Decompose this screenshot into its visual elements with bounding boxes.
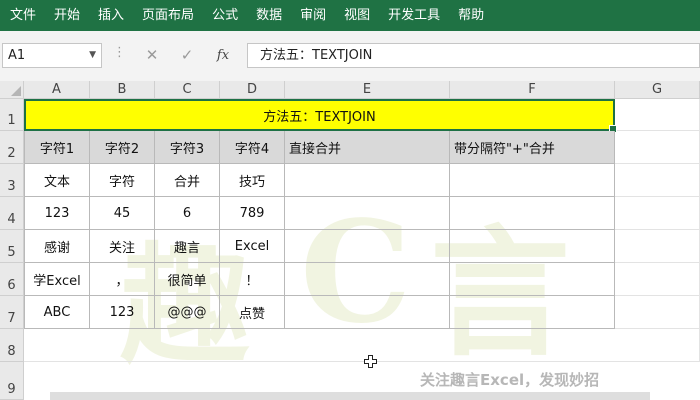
column-header-c[interactable]: C <box>155 81 220 99</box>
name-box[interactable]: A1 ▼ <box>2 43 102 68</box>
cell[interactable] <box>615 296 700 329</box>
menu-formulas[interactable]: 公式 <box>203 0 247 31</box>
table-cell[interactable] <box>450 296 615 329</box>
menu-page-layout[interactable]: 页面布局 <box>133 0 203 31</box>
menu-view[interactable]: 视图 <box>335 0 379 31</box>
worksheet-grid[interactable]: 趣 C 言 A B C D E F G 1 2 3 4 5 6 7 8 9 方法… <box>0 81 700 400</box>
table-cell[interactable]: ， <box>90 263 155 296</box>
row-header-7[interactable]: 7 <box>0 296 24 329</box>
column-header-b[interactable]: B <box>90 81 155 99</box>
row-header-8[interactable]: 8 <box>0 329 24 362</box>
table-cell[interactable]: 关注 <box>90 230 155 263</box>
title-cell[interactable]: 方法五：TEXTJOIN <box>24 99 617 133</box>
header-cell[interactable]: 字符4 <box>220 131 285 164</box>
table-cell[interactable]: 123 <box>24 197 90 230</box>
table-cell[interactable]: 6 <box>155 197 220 230</box>
cell[interactable] <box>615 263 700 296</box>
row-header-1[interactable]: 1 <box>0 99 24 131</box>
table-cell[interactable] <box>285 230 450 263</box>
table-cell[interactable] <box>450 197 615 230</box>
name-box-value: A1 <box>8 48 26 63</box>
header-cell[interactable]: 直接合并 <box>285 131 450 164</box>
header-cell[interactable]: 字符1 <box>24 131 90 164</box>
row-header-4[interactable]: 4 <box>0 197 24 230</box>
cell[interactable] <box>615 164 700 197</box>
row-header-6[interactable]: 6 <box>0 263 24 296</box>
menu-insert[interactable]: 插入 <box>89 0 133 31</box>
column-header-e[interactable]: E <box>285 81 450 99</box>
header-cell[interactable]: 字符3 <box>155 131 220 164</box>
column-header-f[interactable]: F <box>450 81 615 99</box>
table-cell[interactable]: 45 <box>90 197 155 230</box>
insert-function-icon[interactable]: fx <box>206 43 240 68</box>
table-cell[interactable] <box>285 197 450 230</box>
formula-bar-resize-handle[interactable]: ⋮ <box>113 45 126 60</box>
table-cell[interactable]: ！ <box>220 263 285 296</box>
table-cell[interactable]: 感谢 <box>24 230 90 263</box>
row-header-9[interactable]: 9 <box>0 362 24 400</box>
menu-data[interactable]: 数据 <box>247 0 291 31</box>
menu-home[interactable]: 开始 <box>45 0 89 31</box>
table-cell[interactable]: 很简单 <box>155 263 220 296</box>
column-header-g[interactable]: G <box>615 81 700 99</box>
table-cell[interactable] <box>450 230 615 263</box>
row-header-2[interactable]: 2 <box>0 131 24 164</box>
table-cell[interactable] <box>450 263 615 296</box>
table-cell[interactable]: 合并 <box>155 164 220 197</box>
title-text: 方法五：TEXTJOIN <box>263 109 376 125</box>
table-cell[interactable]: @@@ <box>155 296 220 329</box>
menu-bar: 文件 开始 插入 页面布局 公式 数据 审阅 视图 开发工具 帮助 <box>0 0 700 31</box>
table-cell[interactable]: 点赞 <box>220 296 285 329</box>
cell-select-cursor-icon <box>364 355 377 368</box>
menu-help[interactable]: 帮助 <box>449 0 493 31</box>
column-header-a[interactable]: A <box>24 81 90 99</box>
select-all-button[interactable] <box>0 81 24 99</box>
empty-row[interactable] <box>24 329 700 362</box>
cell[interactable] <box>615 197 700 230</box>
table-cell[interactable]: 789 <box>220 197 285 230</box>
chevron-down-icon[interactable]: ▼ <box>89 44 96 67</box>
header-cell[interactable]: 字符2 <box>90 131 155 164</box>
formula-input[interactable]: 方法五：TEXTJOIN <box>247 43 700 68</box>
row-header-5[interactable]: 5 <box>0 230 24 263</box>
table-cell[interactable]: 123 <box>90 296 155 329</box>
table-cell[interactable]: 学Excel <box>24 263 90 296</box>
menu-developer[interactable]: 开发工具 <box>379 0 449 31</box>
table-cell[interactable]: 字符 <box>90 164 155 197</box>
table-cell[interactable] <box>450 164 615 197</box>
table-cell[interactable]: 文本 <box>24 164 90 197</box>
table-cell[interactable] <box>285 164 450 197</box>
menu-file[interactable]: 文件 <box>0 0 45 31</box>
column-header-d[interactable]: D <box>220 81 285 99</box>
menu-review[interactable]: 审阅 <box>291 0 335 31</box>
footer-watermark-text: 关注趣言Excel，发现妙招 <box>420 371 600 389</box>
cell[interactable] <box>615 99 700 131</box>
table-cell[interactable]: 趣言 <box>155 230 220 263</box>
table-cell[interactable] <box>285 296 450 329</box>
enter-icon[interactable]: ✓ <box>170 43 204 68</box>
header-cell[interactable]: 带分隔符"+"合并 <box>450 131 615 164</box>
table-cell[interactable] <box>285 263 450 296</box>
cell[interactable] <box>615 230 700 263</box>
table-cell[interactable]: Excel <box>220 230 285 263</box>
horizontal-scrollbar[interactable] <box>50 392 650 400</box>
row-header-3[interactable]: 3 <box>0 164 24 197</box>
table-cell[interactable]: ABC <box>24 296 90 329</box>
table-cell[interactable]: 技巧 <box>220 164 285 197</box>
cancel-icon[interactable]: ✕ <box>135 43 169 68</box>
cell[interactable] <box>615 131 700 164</box>
